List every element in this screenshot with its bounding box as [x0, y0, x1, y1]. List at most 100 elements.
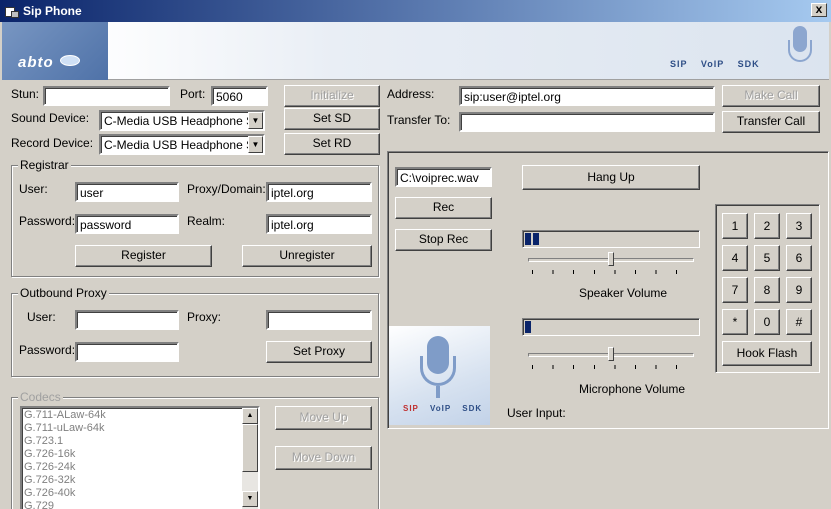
app-icon — [4, 5, 19, 18]
stop-rec-button[interactable]: Stop Rec — [395, 229, 492, 251]
brand-sdk: SDK — [462, 404, 483, 413]
brand-sip: SIP — [403, 404, 419, 413]
keypad-key-5[interactable]: 5 — [754, 245, 780, 271]
stun-input[interactable] — [43, 86, 170, 106]
brand-voip: VoIP — [429, 404, 452, 413]
keypad-key-4[interactable]: 4 — [722, 245, 748, 271]
transfer-to-label: Transfer To: — [387, 113, 451, 127]
sound-device-value: C-Media USB Headphone Set — [104, 114, 265, 128]
level-segment — [525, 321, 531, 333]
rec-button[interactable]: Rec — [395, 197, 492, 219]
slider-thumb[interactable] — [608, 347, 614, 361]
realm-label: Realm: — [187, 214, 226, 228]
keypad-key-1[interactable]: 1 — [722, 213, 748, 239]
scroll-down-icon[interactable]: ▼ — [242, 491, 258, 507]
list-item[interactable]: G.726-24k — [22, 461, 258, 474]
keypad-key-7[interactable]: 7 — [722, 277, 748, 303]
title-bar: Sip Phone x — [0, 0, 831, 22]
close-button[interactable]: x — [811, 3, 827, 17]
set-sd-button[interactable]: Set SD — [284, 108, 380, 130]
registrar-user-input[interactable]: user — [75, 182, 179, 202]
codecs-title: Codecs — [18, 390, 63, 404]
outbound-user-label: User: — [27, 310, 56, 324]
microphone-volume-label: Microphone Volume — [579, 382, 686, 396]
keypad-key-3[interactable]: 3 — [786, 213, 812, 239]
level-segment — [525, 233, 531, 245]
address-input[interactable]: sip:user@iptel.org — [459, 86, 715, 106]
proxy-domain-label: Proxy/Domain: — [187, 182, 266, 196]
list-item[interactable]: G.726-32k — [22, 474, 258, 487]
level-segment — [533, 233, 539, 245]
brand-voip: VoIP — [700, 59, 725, 69]
hook-flash-button[interactable]: Hook Flash — [722, 341, 812, 366]
registrar-user-label: User: — [19, 182, 48, 196]
proxy-domain-input[interactable]: iptel.org — [266, 182, 372, 202]
stun-label: Stun: — [11, 87, 40, 101]
brand-sip: SIP — [670, 59, 688, 69]
mic-stand — [436, 386, 440, 398]
chevron-down-icon[interactable]: ▼ — [248, 136, 263, 153]
chevron-down-icon[interactable]: ▼ — [248, 112, 263, 129]
registrar-password-input[interactable]: password — [75, 214, 179, 234]
scrollbar-thumb[interactable] — [242, 424, 258, 472]
microphone-volume-slider[interactable] — [528, 347, 694, 371]
sound-device-label: Sound Device: — [11, 111, 90, 125]
transfer-to-input[interactable] — [459, 112, 715, 132]
window-title: Sip Phone — [23, 4, 82, 18]
record-device-value: C-Media USB Headphone Set — [104, 138, 265, 152]
outbound-proxy-input[interactable] — [266, 310, 372, 330]
keypad-key-star[interactable]: * — [722, 309, 748, 335]
move-up-button[interactable]: Move Up — [275, 406, 372, 430]
move-down-button[interactable]: Move Down — [275, 446, 372, 470]
logo-text: abto — [18, 54, 54, 71]
keypad-key-hash[interactable]: # — [786, 309, 812, 335]
keypad-key-2[interactable]: 2 — [754, 213, 780, 239]
logo-swirl-icon — [60, 55, 80, 66]
list-item[interactable]: G.729 — [22, 500, 258, 509]
slider-thumb[interactable] — [608, 252, 614, 266]
sound-device-select[interactable]: C-Media USB Headphone Set ▼ — [99, 110, 265, 131]
port-input[interactable]: 5060 — [211, 86, 268, 106]
register-button[interactable]: Register — [75, 245, 212, 267]
list-item[interactable]: G.723.1 — [22, 435, 258, 448]
speaker-volume-slider[interactable] — [528, 252, 694, 276]
banner-brand: SIP VoIP SDK — [670, 59, 760, 69]
speaker-level-meter — [522, 230, 700, 248]
list-item[interactable]: G.726-40k — [22, 487, 258, 500]
slider-ticks — [532, 270, 690, 274]
abto-logo: abto — [2, 22, 108, 80]
banner: abto SIP VoIP SDK — [2, 22, 829, 80]
slider-ticks — [532, 365, 690, 369]
outbound-proxy-group: Outbound Proxy — [11, 286, 379, 377]
codecs-list[interactable]: G.711-ALaw-64k G.711-uLaw-64k G.723.1 G.… — [20, 406, 260, 509]
transfer-call-button[interactable]: Transfer Call — [722, 111, 820, 133]
outbound-password-input[interactable] — [75, 342, 179, 362]
make-call-button[interactable]: Make Call — [722, 85, 820, 107]
list-item[interactable]: G.711-uLaw-64k — [22, 422, 258, 435]
keypad-key-6[interactable]: 6 — [786, 245, 812, 271]
record-device-select[interactable]: C-Media USB Headphone Set ▼ — [99, 134, 265, 155]
scroll-up-icon[interactable]: ▲ — [242, 408, 258, 424]
port-label: Port: — [180, 87, 206, 101]
keypad-key-0[interactable]: 0 — [754, 309, 780, 335]
codecs-scrollbar[interactable]: ▲ ▼ — [242, 408, 258, 509]
address-label: Address: — [387, 87, 435, 101]
record-device-label: Record Device: — [11, 136, 94, 150]
registrar-password-label: Password: — [19, 214, 76, 228]
unregister-button[interactable]: Unregister — [242, 245, 372, 267]
outbound-user-input[interactable] — [75, 310, 179, 330]
list-item[interactable]: G.726-16k — [22, 448, 258, 461]
hang-up-button[interactable]: Hang Up — [522, 165, 700, 190]
sdk-brand: SIP VoIP SDK — [403, 404, 482, 413]
realm-input[interactable]: iptel.org — [266, 214, 372, 234]
keypad-key-8[interactable]: 8 — [754, 277, 780, 303]
set-rd-button[interactable]: Set RD — [284, 133, 380, 155]
set-proxy-button[interactable]: Set Proxy — [266, 341, 372, 363]
record-file-input[interactable]: C:\voiprec.wav — [395, 167, 492, 187]
codecs-items: G.711-ALaw-64k G.711-uLaw-64k G.723.1 G.… — [22, 408, 258, 509]
list-item[interactable]: G.711-ALaw-64k — [22, 409, 258, 422]
keypad-key-9[interactable]: 9 — [786, 277, 812, 303]
outbound-proxy-title: Outbound Proxy — [18, 286, 109, 300]
sdk-logo: SIP VoIP SDK — [389, 326, 490, 425]
initialize-button[interactable]: Initialize — [284, 85, 380, 107]
